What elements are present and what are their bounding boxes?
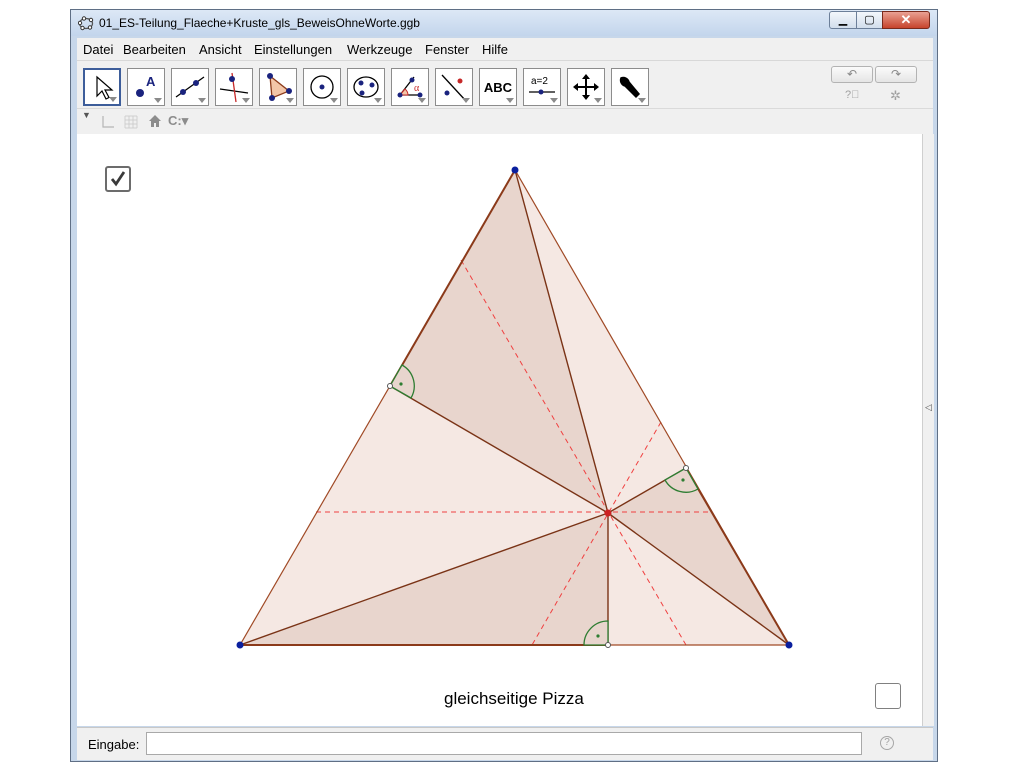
view-toggle-strip[interactable]: ◁: [922, 134, 934, 726]
foot-point-bottom[interactable]: [605, 642, 611, 648]
show-crust-checkbox[interactable]: [875, 683, 901, 709]
center-point[interactable]: [604, 509, 612, 517]
stylebar-toggle-icon[interactable]: ▼: [82, 110, 91, 120]
geogebra-app-icon: [78, 16, 94, 31]
menu-werkzeuge[interactable]: Werkzeuge: [347, 42, 413, 57]
collapse-left-arrow-icon[interactable]: ◁: [925, 402, 932, 413]
toolbar: A α ABC a=2 ↶ ↷ ?⃝ ✲: [77, 60, 933, 108]
point-capture-icon[interactable]: C:▾: [168, 113, 188, 129]
point-tool-button[interactable]: A: [127, 68, 165, 106]
menu-bearbeiten[interactable]: Bearbeiten: [123, 42, 186, 57]
grid-icon[interactable]: [124, 115, 138, 129]
menu-einstellungen[interactable]: Einstellungen: [254, 42, 332, 57]
close-icon: ✕: [900, 12, 912, 27]
menu-ansicht[interactable]: Ansicht: [199, 42, 242, 57]
dropdown-arrow-icon: [374, 98, 382, 103]
axes-icon[interactable]: [101, 115, 115, 129]
settings-tool-button[interactable]: [611, 68, 649, 106]
menu-hilfe[interactable]: Hilfe: [482, 42, 508, 57]
dropdown-arrow-icon: [154, 98, 162, 103]
dropdown-arrow-icon: [506, 98, 514, 103]
move-graphics-view-tool-button[interactable]: [567, 68, 605, 106]
minimize-button[interactable]: ▁: [829, 11, 857, 29]
text-tool-button[interactable]: ABC: [479, 68, 517, 106]
menu-bar: Datei Bearbeiten Ansicht Einstellungen W…: [77, 38, 933, 60]
input-field[interactable]: [146, 732, 862, 755]
foot-point-left[interactable]: [387, 383, 393, 389]
input-bar: Eingabe: ?: [77, 727, 933, 760]
style-bar: ▼ C:▾: [77, 108, 933, 136]
circle-three-points-tool-button[interactable]: [347, 68, 385, 106]
dropdown-arrow-icon: [330, 98, 338, 103]
menu-fenster[interactable]: Fenster: [425, 42, 469, 57]
dropdown-arrow-icon: [242, 98, 250, 103]
dropdown-arrow-icon: [638, 98, 646, 103]
window-title: 01_ES-Teilung_Flaeche+Kruste_gls_BeweisO…: [99, 16, 420, 30]
slider-tool-label: a=2: [531, 76, 548, 87]
graphics-view[interactable]: gleichseitige Pizza: [77, 134, 922, 726]
home-icon[interactable]: [148, 114, 162, 128]
menu-datei[interactable]: Datei: [83, 42, 113, 57]
help-icon[interactable]: ?: [880, 736, 894, 750]
angle-tool-button[interactable]: α: [391, 68, 429, 106]
line-tool-button[interactable]: [171, 68, 209, 106]
move-tool-button[interactable]: [83, 68, 121, 106]
dropdown-arrow-icon: [550, 98, 558, 103]
polygon-tool-button[interactable]: [259, 68, 297, 106]
perpendicular-line-tool-button[interactable]: [215, 68, 253, 106]
foot-point-right[interactable]: [683, 465, 689, 471]
dropdown-arrow-icon: [462, 98, 470, 103]
dropdown-arrow-icon: [418, 98, 426, 103]
undo-icon: ↶: [846, 67, 858, 81]
geogebra-window: 01_ES-Teilung_Flaeche+Kruste_gls_BeweisO…: [70, 9, 938, 762]
vertex-bottom-left[interactable]: [236, 641, 244, 649]
help-icon[interactable]: ?⃝: [845, 89, 859, 101]
redo-icon: ↷: [890, 67, 902, 81]
input-label: Eingabe:: [88, 737, 140, 752]
title-bar[interactable]: 01_ES-Teilung_Flaeche+Kruste_gls_BeweisO…: [71, 10, 937, 36]
dropdown-arrow-icon: [198, 98, 206, 103]
gear-icon[interactable]: ✲: [890, 88, 901, 104]
pizza-caption: gleichseitige Pizza: [444, 689, 584, 708]
maximize-icon: ▢: [864, 14, 875, 26]
dropdown-arrow-icon: [109, 97, 117, 102]
circle-tool-button[interactable]: [303, 68, 341, 106]
redo-button[interactable]: ↷: [875, 66, 917, 83]
reflect-tool-button[interactable]: [435, 68, 473, 106]
dropdown-arrow-icon: [286, 98, 294, 103]
point-tool-label: A: [146, 74, 156, 89]
close-button[interactable]: ✕: [882, 11, 930, 29]
undo-button[interactable]: ↶: [831, 66, 873, 83]
text-tool-icon: ABC: [483, 80, 513, 95]
minimize-icon: ▁: [838, 14, 848, 26]
maximize-button[interactable]: ▢: [856, 11, 883, 29]
vertex-bottom-right[interactable]: [785, 641, 793, 649]
slider-tool-button[interactable]: a=2: [523, 68, 561, 106]
pizza-construction: [236, 166, 793, 649]
angle-tool-label: α: [414, 83, 420, 94]
vertex-top[interactable]: [511, 166, 519, 174]
dropdown-arrow-icon: [594, 98, 602, 103]
